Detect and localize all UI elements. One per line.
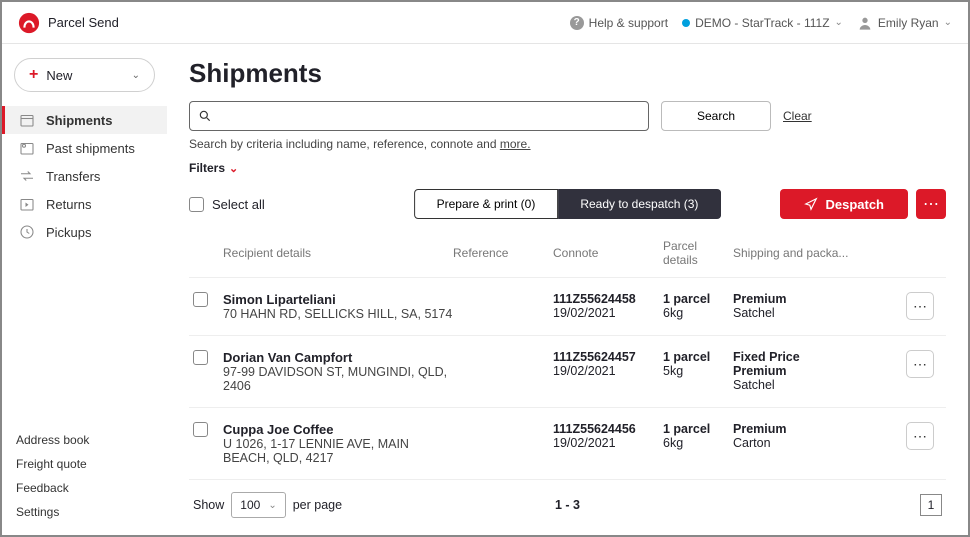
parcel-count: 1 parcel	[663, 422, 733, 436]
help-link[interactable]: ? Help & support	[570, 16, 668, 30]
col-shipping: Shipping and packa...	[733, 246, 906, 260]
sidebar-link-freight-quote[interactable]: Freight quote	[16, 457, 153, 471]
more-link[interactable]: more.	[500, 137, 531, 151]
new-button[interactable]: + New ⌄	[14, 58, 155, 92]
select-all-label: Select all	[212, 197, 265, 212]
box-icon	[18, 111, 36, 129]
search-button[interactable]: Search	[661, 101, 771, 131]
brand: Parcel Send	[18, 12, 119, 34]
status-dot-icon	[682, 19, 690, 27]
tab-prepare-print[interactable]: Prepare & print (0)	[414, 189, 559, 219]
sidebar-item-returns[interactable]: Returns	[2, 190, 167, 218]
per-page-label: per page	[293, 498, 342, 512]
connote-id: 111Z55624458	[553, 292, 663, 306]
sidebar-item-shipments[interactable]: Shipments	[2, 106, 167, 134]
clock-icon	[18, 223, 36, 241]
help-icon: ?	[570, 16, 584, 30]
connote-date: 19/02/2021	[553, 436, 663, 450]
table-row: Cuppa Joe Coffee U 1026, 1-17 LENNIE AVE…	[189, 407, 946, 479]
filters-toggle[interactable]: Filters ⌄	[189, 161, 946, 175]
recipient-name: Cuppa Joe Coffee	[223, 422, 453, 437]
account-switcher[interactable]: DEMO - StarTrack - 111Z ⌄	[682, 16, 843, 30]
show-label: Show	[193, 498, 224, 512]
auspost-logo-icon	[18, 12, 40, 34]
connote-date: 19/02/2021	[553, 306, 663, 320]
sidebar-link-feedback[interactable]: Feedback	[16, 481, 153, 495]
row-checkbox[interactable]	[193, 350, 208, 365]
brand-name: Parcel Send	[48, 15, 119, 30]
chevron-down-icon: ⌄	[835, 17, 843, 28]
row-checkbox[interactable]	[193, 292, 208, 307]
avatar-icon	[857, 15, 873, 31]
parcel-weight: 6kg	[663, 436, 733, 450]
sidebar-label: Transfers	[46, 169, 100, 184]
connote-date: 19/02/2021	[553, 364, 663, 378]
user-menu[interactable]: Emily Ryan ⌄	[857, 15, 952, 31]
search-icon	[198, 109, 212, 123]
row-actions-button[interactable]: ⋯	[906, 350, 934, 378]
sidebar-item-transfers[interactable]: Transfers	[2, 162, 167, 190]
sidebar-label: Returns	[46, 197, 92, 212]
transfer-icon	[18, 167, 36, 185]
despatch-more-button[interactable]: ⋯	[916, 189, 946, 219]
search-box[interactable]	[189, 101, 649, 131]
row-checkbox[interactable]	[193, 422, 208, 437]
recipient-address: 97-99 DAVIDSON ST, MUNGINDI, QLD, 2406	[223, 365, 453, 393]
chevron-down-icon: ⌄	[229, 162, 238, 175]
parcel-count: 1 parcel	[663, 350, 733, 364]
page-title: Shipments	[189, 58, 946, 89]
sidebar-label: Shipments	[46, 113, 112, 128]
parcel-weight: 6kg	[663, 306, 733, 320]
col-parcel: Parcel details	[663, 239, 733, 267]
chevron-down-icon: ⌄	[944, 17, 952, 28]
recipient-address: U 1026, 1-17 LENNIE AVE, MAIN BEACH, QLD…	[223, 437, 453, 465]
recipient-name: Dorian Van Campfort	[223, 350, 453, 365]
despatch-button[interactable]: Despatch	[780, 189, 908, 219]
col-reference: Reference	[453, 246, 553, 260]
parcel-count: 1 parcel	[663, 292, 733, 306]
sidebar-item-past-shipments[interactable]: Past shipments	[2, 134, 167, 162]
chevron-down-icon: ⌄	[132, 70, 140, 81]
history-icon	[18, 139, 36, 157]
parcel-weight: 5kg	[663, 364, 733, 378]
recipient-name: Simon Liparteliani	[223, 292, 453, 307]
page-number[interactable]: 1	[920, 494, 942, 516]
sidebar-item-pickups[interactable]: Pickups	[2, 218, 167, 246]
table-row: Dorian Van Campfort 97-99 DAVIDSON ST, M…	[189, 335, 946, 407]
tab-ready-despatch[interactable]: Ready to despatch (3)	[558, 189, 721, 219]
sidebar-link-address-book[interactable]: Address book	[16, 433, 153, 447]
plus-icon: +	[29, 66, 38, 84]
return-icon	[18, 195, 36, 213]
sidebar-label: Pickups	[46, 225, 92, 240]
help-label: Help & support	[589, 16, 668, 30]
connote-id: 111Z55624457	[553, 350, 663, 364]
row-actions-button[interactable]: ⋯	[906, 292, 934, 320]
row-actions-button[interactable]: ⋯	[906, 422, 934, 450]
pagination-range: 1 - 3	[555, 498, 580, 512]
search-hint: Search by criteria including name, refer…	[189, 137, 946, 151]
recipient-address: 70 HAHN RD, SELLICKS HILL, SA, 5174	[223, 307, 453, 321]
chevron-down-icon: ⌄	[268, 500, 276, 511]
new-label: New	[46, 68, 72, 83]
col-recipient: Recipient details	[223, 246, 453, 260]
per-page-select[interactable]: 100 ⌄	[231, 492, 285, 518]
col-connote: Connote	[553, 246, 663, 260]
sidebar-link-settings[interactable]: Settings	[16, 505, 153, 519]
search-input[interactable]	[220, 109, 640, 124]
table-row: Simon Liparteliani 70 HAHN RD, SELLICKS …	[189, 277, 946, 335]
clear-link[interactable]: Clear	[783, 109, 812, 123]
connote-id: 111Z55624456	[553, 422, 663, 436]
user-name: Emily Ryan	[878, 16, 939, 30]
sidebar-label: Past shipments	[46, 141, 135, 156]
send-icon	[804, 197, 818, 211]
account-label: DEMO - StarTrack - 111Z	[695, 16, 829, 30]
select-all-checkbox[interactable]	[189, 197, 204, 212]
